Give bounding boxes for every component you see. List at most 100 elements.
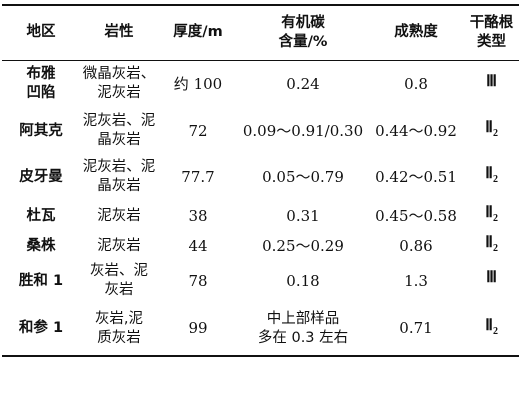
cell-kerogen: Ⅱ2: [464, 154, 519, 200]
cell-lithology: 灰岩,泥质灰岩: [80, 302, 158, 356]
cell-region: 杜瓦: [2, 200, 80, 232]
kerogen-subscript: 2: [492, 128, 498, 140]
cell-region-line: 布雅: [26, 66, 56, 83]
cell-toc-line: 0.25～0.29: [262, 236, 344, 255]
cell-maturity: 0.8: [404, 74, 428, 93]
cell-toc: 0.18: [238, 260, 368, 302]
cell-lithology-line: 灰岩: [104, 282, 134, 298]
cell-region-line: 杜瓦: [26, 207, 56, 224]
kerogen-subscript: 2: [492, 213, 498, 225]
cell-toc-line: 中上部样品: [266, 310, 340, 327]
cell-lithology: 微晶灰岩、 泥灰岩: [80, 60, 158, 108]
header-thickness: 厚度/m: [173, 24, 223, 41]
cell-lithology-line: 质灰岩: [97, 329, 141, 346]
cell-lithology: 泥灰岩、泥 晶灰岩: [80, 108, 158, 154]
kerogen-type: Ⅱ2: [485, 234, 498, 254]
cell-maturity: 0.86: [399, 236, 433, 255]
cell-lithology: 泥灰岩: [80, 200, 158, 232]
cell-maturity: 0.45～0.58: [375, 206, 457, 225]
cell-region-line: 桑株: [26, 237, 56, 254]
kerogen-numeral: Ⅱ: [485, 204, 493, 222]
cell-maturity: 0.71: [399, 319, 433, 337]
cell-maturity: 1.3: [404, 271, 428, 290]
table-row: 杜瓦 泥灰岩 38 0.31 0.45～0.58 Ⅱ2: [2, 200, 519, 232]
table-row: 胜和 1 灰岩、泥 灰岩 78 0.18 1.3 Ⅲ: [2, 260, 519, 302]
cell-region-line: 胜和 1: [18, 272, 64, 289]
cell-toc-line: 0.09～0.91/0.30: [242, 121, 364, 140]
cell-lithology-line: 泥灰岩: [97, 207, 141, 224]
kerogen-type: Ⅲ: [486, 73, 497, 90]
cell-lithology: 泥灰岩、泥 晶灰岩: [80, 154, 158, 200]
cell-toc: 0.09～0.91/0.30: [238, 108, 368, 154]
header-maturity: 成熟度: [394, 24, 438, 41]
cell-region: 桑株: [2, 232, 80, 260]
cell-lithology-line: 晶灰岩: [97, 132, 141, 148]
kerogen-type: Ⅱ2: [485, 119, 498, 139]
cell-lithology-line: 灰岩,泥: [94, 310, 144, 327]
cell-lithology: 泥灰岩: [80, 232, 158, 260]
source-rock-table: 地区 岩性 厚度/m 有机碳含量/% 成熟度 干酪根 类型 布雅凹陷 微晶灰岩、泥灰…: [2, 4, 519, 357]
cell-kerogen: Ⅲ: [464, 260, 519, 302]
header-toc-line1: 有机碳: [281, 14, 325, 31]
cell-lithology-line: 泥灰岩、泥: [82, 113, 156, 129]
cell-toc-line: 0.18: [286, 271, 320, 290]
cell-lithology-line: 泥灰岩: [97, 85, 141, 102]
cell-region-line: 阿其克: [19, 122, 63, 139]
table-body: 布雅 凹陷 微晶灰岩、 泥灰岩约 100 0.24 0.8 Ⅲ 阿其克 泥灰岩、泥 晶灰岩 72 0.…: [2, 60, 519, 356]
kerogen-subscript: 2: [492, 326, 498, 338]
cell-region-line: 凹陷: [26, 85, 56, 102]
cell-lithology-line: 微晶灰岩、: [82, 66, 156, 83]
table-row: 皮牙曼 泥灰岩、泥 晶灰岩 77.7 0.05～0.79 0.42～0.51 Ⅱ2: [2, 154, 519, 200]
kerogen-type: Ⅲ: [486, 269, 497, 286]
cell-thickness: 38: [188, 206, 208, 225]
cell-kerogen: Ⅱ2: [464, 232, 519, 260]
cell-thickness: 44: [188, 236, 208, 255]
table-header-row: 地区 岩性 厚度/m 有机碳含量/% 成熟度 干酪根 类型: [2, 5, 519, 60]
kerogen-type: Ⅱ2: [485, 165, 498, 185]
kerogen-numeral: Ⅱ: [485, 234, 493, 252]
kerogen-type: Ⅱ2: [485, 316, 498, 338]
header-kerogen: 干酪根 类型: [464, 5, 519, 60]
cell-region: 阿其克: [2, 108, 80, 154]
cell-lithology-line: 泥灰岩、泥: [82, 159, 156, 175]
kerogen-type: Ⅱ2: [485, 204, 498, 224]
cell-lithology-line: 晶灰岩: [97, 178, 141, 194]
cell-region-line: 和参 1: [18, 320, 64, 336]
cell-toc: 0.25～0.29: [238, 232, 368, 260]
cell-lithology: 灰岩、泥 灰岩: [80, 260, 158, 302]
table-row: 桑株 泥灰岩 44 0.25～0.29 0.86 Ⅱ2: [2, 232, 519, 260]
cell-toc-line: 0.05～0.79: [262, 167, 344, 186]
kerogen-numeral: Ⅱ: [485, 316, 493, 334]
cell-toc: 0.31: [238, 200, 368, 232]
cell-toc: 0.05～0.79: [238, 154, 368, 200]
cell-region-line: 皮牙曼: [19, 168, 63, 185]
header-toc: 有机碳含量/%: [238, 5, 368, 60]
kerogen-numeral: Ⅲ: [485, 72, 498, 90]
cell-kerogen: Ⅱ2: [464, 108, 519, 154]
cell-kerogen: Ⅲ: [464, 60, 519, 108]
kerogen-numeral: Ⅱ: [485, 119, 493, 137]
header-toc-line2: 含量/%: [278, 33, 328, 50]
kerogen-subscript: 2: [492, 243, 498, 255]
header-lithology: 岩性: [104, 24, 134, 41]
cell-toc: 0.24: [238, 60, 368, 108]
cell-maturity: 0.44～0.92: [375, 121, 457, 140]
cell-thickness: 99: [188, 319, 208, 337]
kerogen-numeral: Ⅲ: [485, 269, 498, 287]
cell-region: 胜和 1: [2, 260, 80, 302]
table-row: 布雅 凹陷 微晶灰岩、 泥灰岩约 100 0.24 0.8 Ⅲ: [2, 60, 519, 108]
header-kerogen-line2: 类型: [477, 33, 506, 50]
kerogen-subscript: 2: [492, 174, 498, 186]
cell-toc-line: 0.31: [286, 206, 320, 225]
table-row: 阿其克 泥灰岩、泥 晶灰岩 72 0.09～0.91/0.30 0.44～0.92 Ⅱ2: [2, 108, 519, 154]
cell-lithology-line: 灰岩、泥: [90, 263, 148, 279]
cell-kerogen: Ⅱ2: [464, 200, 519, 232]
cell-region: 皮牙曼: [2, 154, 80, 200]
cell-thickness: 72: [188, 121, 208, 140]
cell-toc: 中上部样品 多在 0.3 左右: [238, 302, 368, 356]
cell-lithology-line: 泥灰岩: [97, 237, 141, 254]
cell-toc-line: 0.24: [286, 74, 320, 93]
cell-kerogen: Ⅱ2: [464, 302, 519, 356]
cell-maturity: 0.42～0.51: [375, 167, 457, 186]
header-region: 地区: [26, 24, 56, 41]
